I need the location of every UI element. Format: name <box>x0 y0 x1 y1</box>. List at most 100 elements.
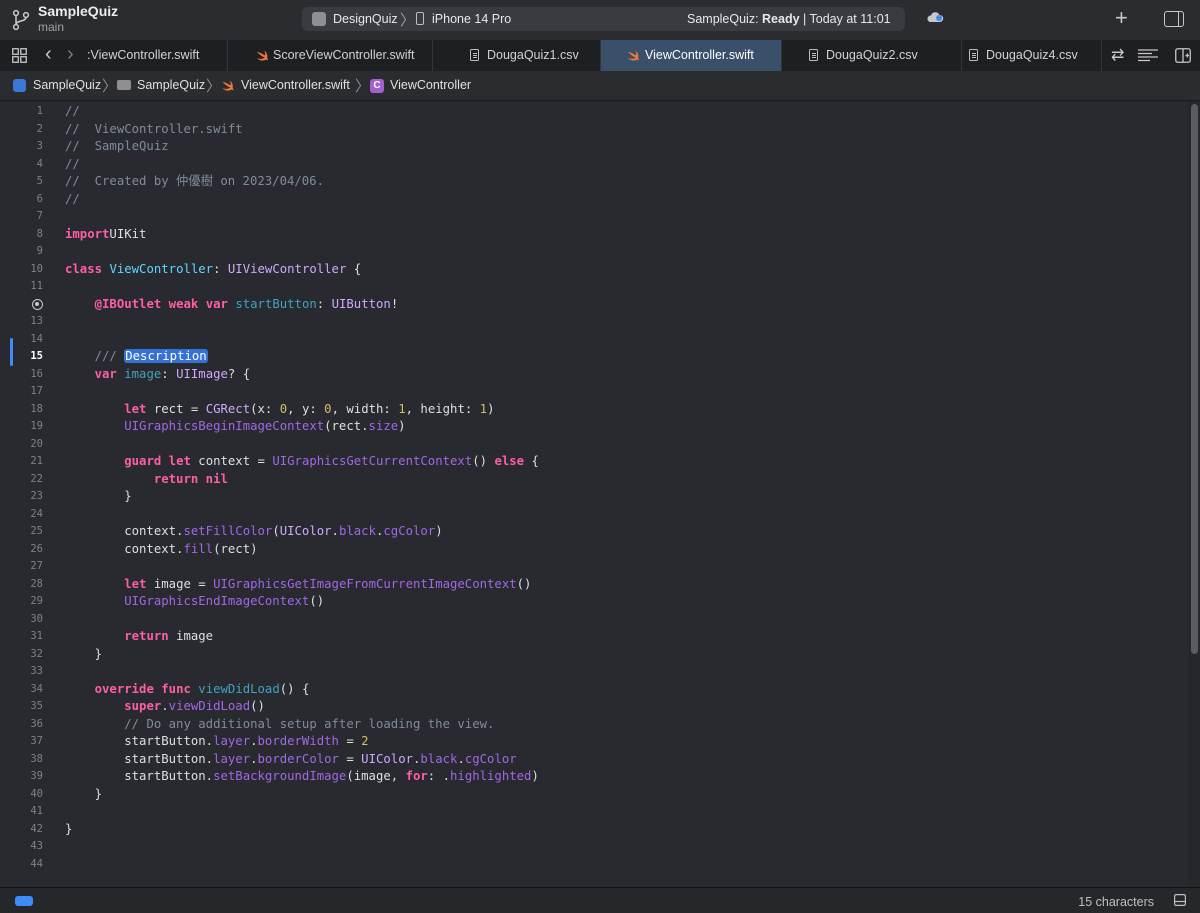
code-line[interactable]: context.setFillColor(UIColor.black.cgCol… <box>65 523 443 541</box>
project-name[interactable]: SampleQuiz <box>38 3 118 19</box>
code-line[interactable]: let image = UIGraphicsGetImageFromCurren… <box>65 576 531 594</box>
code-token: weak <box>168 296 199 311</box>
code-line[interactable]: // ViewController.swift <box>65 121 243 139</box>
code-token: () <box>309 594 325 608</box>
tab-viewcontroller-active[interactable]: ViewController.swift <box>601 40 782 71</box>
code-line[interactable]: } <box>65 488 132 506</box>
code-token: () <box>516 576 532 591</box>
tab-viewcontroller-partial[interactable]: :ViewController.swift <box>85 40 228 71</box>
code-line[interactable]: @IBOutlet weak var startButton: UIButton… <box>65 296 399 314</box>
code-token: super <box>124 699 162 713</box>
code-line[interactable]: guard let context = UIGraphicsGetCurrent… <box>65 453 539 471</box>
scheme-selector[interactable]: DesignQuiz <box>333 12 398 26</box>
branch-name[interactable]: main <box>38 20 64 34</box>
code-line[interactable]: /// Description <box>65 348 208 366</box>
code-token: } <box>65 489 132 503</box>
line-number: 11 <box>30 280 43 292</box>
navigate-back-icon[interactable]: ‹ <box>45 43 52 66</box>
code-token: UIGraphicsBeginImageContext <box>124 419 325 433</box>
code-line[interactable]: override func viewDidLoad() { <box>65 681 310 699</box>
code-line[interactable]: startButton.setBackgroundImage(image, fo… <box>65 768 539 786</box>
source-editor[interactable]: 1 2 3 4 5 6 7 8 9 10 11 13 14 15 16 17 18 19 20 21 22 23 24 25 2… <box>0 101 1200 887</box>
code-token: cgColor <box>464 751 517 766</box>
code-token: (x: <box>250 401 280 416</box>
code-token: . <box>250 751 258 766</box>
code-token: import <box>65 226 110 241</box>
chevron-right-icon: 〉 <box>400 12 416 29</box>
breadcrumb-folder[interactable]: SampleQuiz <box>137 78 205 92</box>
line-number: 27 <box>30 560 43 572</box>
code-token: ) <box>435 524 443 538</box>
code-token: startButton. <box>65 734 214 748</box>
line-number: 39 <box>30 770 43 782</box>
navigate-forward-icon[interactable]: › <box>67 43 74 66</box>
debug-area-toggle-icon[interactable] <box>15 896 33 906</box>
inspector-toggle-icon[interactable] <box>1164 11 1184 27</box>
breadcrumb-file[interactable]: ViewController.swift <box>241 78 350 92</box>
outlet-connection-icon[interactable] <box>32 298 43 310</box>
code-line[interactable]: startButton.layer.borderColor = UIColor.… <box>65 751 517 769</box>
code-line[interactable]: UIGraphicsEndImageContext() <box>65 593 324 611</box>
code-line[interactable]: // SampleQuiz <box>65 138 169 156</box>
line-number: 38 <box>30 752 43 765</box>
hide-debug-area-icon[interactable] <box>1174 894 1186 906</box>
code-line[interactable]: context.fill(rect) <box>65 541 257 559</box>
line-number: 26 <box>30 542 43 555</box>
breadcrumb-symbol[interactable]: ViewController <box>390 78 471 92</box>
code-line[interactable]: // Created by 仲優樹 on 2023/04/06. <box>65 173 324 191</box>
breadcrumb-project[interactable]: SampleQuiz <box>33 78 101 92</box>
code-token: ) <box>487 401 495 416</box>
code-line[interactable]: } <box>65 821 72 839</box>
code-line[interactable]: importUIKit <box>65 226 146 244</box>
line-number: 5 <box>36 175 43 187</box>
code-token: : <box>161 366 177 381</box>
source-control-branch-icon[interactable] <box>12 9 30 31</box>
code-line[interactable]: class ViewController: UIViewController { <box>65 261 361 279</box>
line-number: 25 <box>30 525 43 537</box>
tab-scoreviewcontroller[interactable]: ScoreViewController.swift <box>228 40 433 71</box>
code-token: borderWidth <box>257 734 339 748</box>
run-destination-selector[interactable]: iPhone 14 Pro <box>432 12 511 26</box>
line-number: 1 <box>36 105 43 117</box>
line-number: 30 <box>30 612 43 625</box>
code-line[interactable]: } <box>65 786 102 804</box>
code-line[interactable]: super.viewDidLoad() <box>65 698 265 716</box>
code-line[interactable]: startButton.layer.borderWidth = 2 <box>65 733 368 751</box>
code-line[interactable]: } <box>65 646 102 664</box>
code-line[interactable]: var image: UIImage? { <box>65 366 251 384</box>
editor-options-lines-icon[interactable] <box>1138 49 1158 62</box>
code-token: 1 <box>479 401 488 416</box>
tab-dougaquiz4[interactable]: DougaQuiz4.csv <box>962 40 1102 71</box>
code-line[interactable]: // <box>65 191 80 209</box>
cloud-icon[interactable] <box>926 11 944 23</box>
code-token: , width: <box>331 401 399 416</box>
line-number: 44 <box>30 857 43 870</box>
code-line[interactable]: // Do any additional setup after loading… <box>65 716 494 734</box>
code-token: ? { <box>227 366 251 381</box>
related-items-grid-icon[interactable] <box>12 48 27 63</box>
vertical-scrollbar[interactable] <box>1188 101 1200 887</box>
code-line[interactable]: UIGraphicsBeginImageContext(rect.size) <box>65 418 405 436</box>
code-token: return <box>124 629 169 643</box>
code-token: layer <box>213 734 251 748</box>
activity-viewer: DesignQuiz 〉 iPhone 14 Pro SampleQuiz: R… <box>302 7 905 31</box>
add-library-button[interactable]: + <box>1115 6 1128 30</box>
code-line[interactable]: // <box>65 156 80 174</box>
tab-dougaquiz1[interactable]: DougaQuiz1.csv <box>433 40 601 71</box>
swap-arrows-icon[interactable]: ⇄ <box>1111 45 1124 65</box>
tab-label: DougaQuiz1.csv <box>487 48 579 62</box>
add-editor-split-icon[interactable] <box>1175 48 1191 63</box>
code-line[interactable]: return image <box>65 628 213 646</box>
code-line[interactable]: let rect = CGRect(x: 0, y: 0, width: 1, … <box>65 401 494 419</box>
tab-dougaquiz2[interactable]: DougaQuiz2.csv <box>782 40 962 71</box>
scrollbar-thumb[interactable] <box>1191 104 1198 654</box>
code-line[interactable]: // <box>65 103 80 121</box>
code-line[interactable]: return nil <box>65 471 228 489</box>
